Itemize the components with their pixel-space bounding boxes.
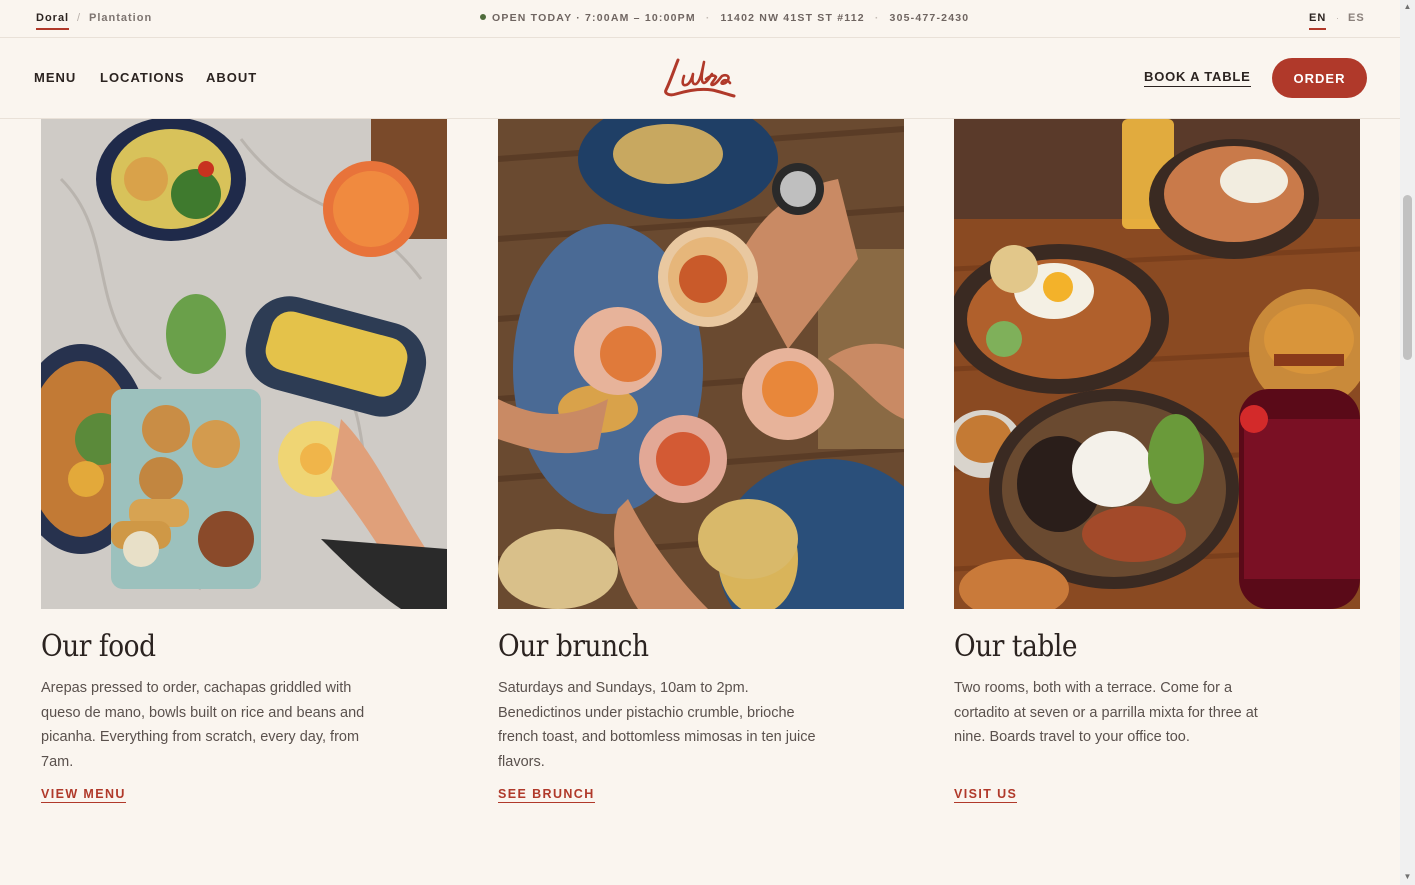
view-menu-link[interactable]: VIEW MENU (41, 787, 126, 803)
luka-logo[interactable] (660, 52, 742, 104)
food-photo (41, 119, 447, 609)
brunch-photo (498, 119, 904, 609)
order-button[interactable]: ORDER (1272, 58, 1367, 98)
open-hours: OPEN TODAY · 7:00AM – 10:00PM (492, 12, 696, 24)
card-food: Our food Arepas pressed to order, cachap… (41, 119, 447, 803)
scroll-up-icon[interactable]: ▲ (1403, 3, 1412, 11)
main-nav: MENU LOCATIONS ABOUT BOOK A TABLE ORDER (0, 38, 1400, 119)
open-status-dot (480, 14, 486, 20)
location-tab-doral[interactable]: Doral (36, 12, 70, 30)
store-info: OPEN TODAY · 7:00AM – 10:00PM · 11402 NW 4… (480, 12, 969, 24)
location-separator: / (77, 12, 82, 24)
scrollbar-track[interactable] (1400, 0, 1415, 885)
scrollbar-thumb[interactable] (1403, 195, 1412, 360)
visit-us-link[interactable]: VISIT US (954, 787, 1018, 803)
card-description: Saturdays and Sundays, 10am to 2pm. Bene… (498, 680, 816, 771)
language-en[interactable]: EN (1309, 12, 1327, 30)
nav-about[interactable]: ABOUT (206, 70, 257, 85)
location-tab-plantation[interactable]: Plantation (89, 12, 152, 24)
card-title: Our table (954, 629, 1078, 664)
card-title: Our food (41, 629, 156, 664)
table-photo (954, 119, 1360, 609)
card-title: Our brunch (498, 629, 649, 664)
nav-menu[interactable]: MENU (34, 70, 76, 85)
info-separator: · (705, 12, 711, 24)
language-es[interactable]: ES (1348, 12, 1365, 24)
nav-locations[interactable]: LOCATIONS (100, 70, 185, 85)
utility-bar: Doral / Plantation OPEN TODAY · 7:00AM –… (0, 0, 1400, 38)
phone-number[interactable]: 305-477-2430 (890, 12, 970, 24)
card-description: Arepas pressed to order, cachapas griddl… (41, 680, 365, 771)
info-separator: · (874, 12, 880, 24)
see-brunch-link[interactable]: SEE BRUNCH (498, 787, 595, 803)
address[interactable]: 11402 NW 41ST ST #112 (721, 12, 865, 24)
card-description: Two rooms, both with a terrace. Come for… (954, 680, 1258, 746)
card-brunch: Our brunch Saturdays and Sundays, 10am t… (498, 119, 904, 803)
card-table: Our table Two rooms, both with a terrace… (954, 119, 1360, 803)
language-separator: · (1336, 13, 1340, 23)
book-table-link[interactable]: BOOK A TABLE (1144, 69, 1251, 87)
scroll-down-icon[interactable]: ▼ (1403, 873, 1412, 881)
